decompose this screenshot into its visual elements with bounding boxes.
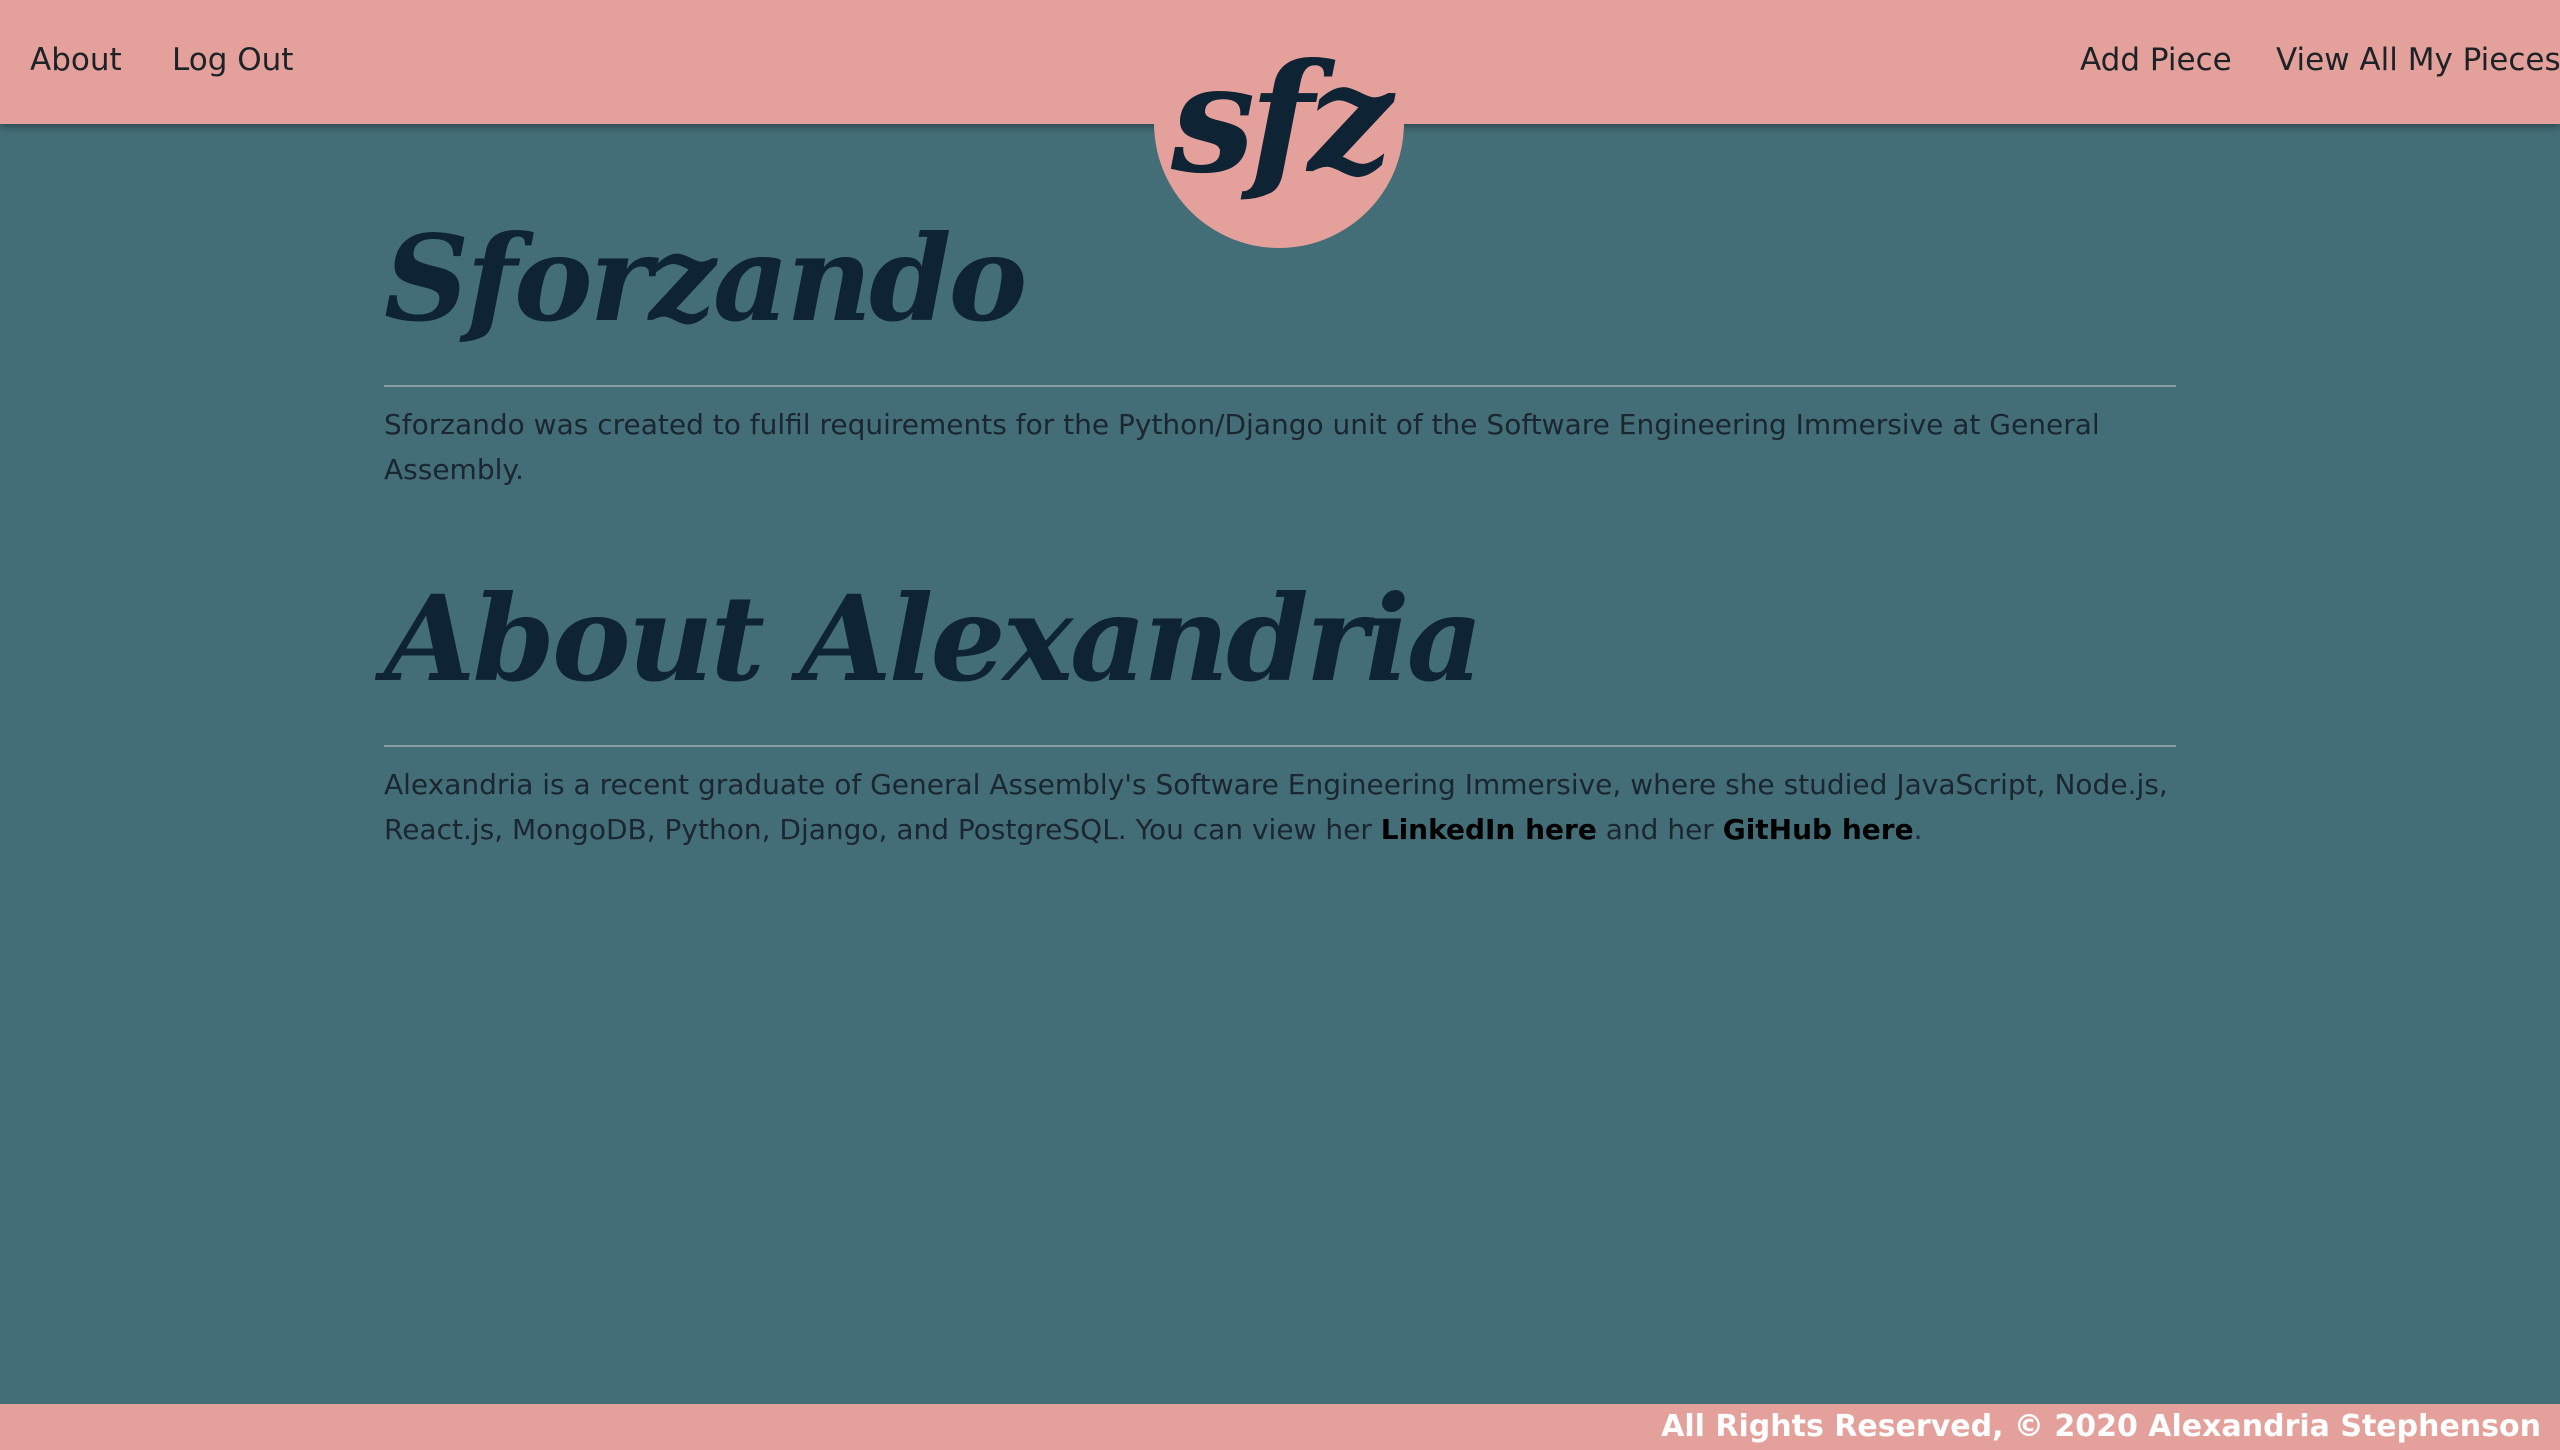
nav-view-all-link[interactable]: View All My Pieces	[2276, 40, 2560, 80]
nav-about-link[interactable]: About	[30, 40, 122, 80]
about-text-end: .	[1913, 813, 1923, 846]
nav-logout-link[interactable]: Log Out	[172, 40, 293, 80]
about-text-middle: and her	[1596, 813, 1723, 846]
sforzando-description: Sforzando was created to fulfil requirem…	[384, 408, 2100, 486]
logo-home-link[interactable]: sfz	[1154, 0, 1404, 248]
github-link[interactable]: GitHub here	[1723, 813, 1914, 846]
divider	[384, 745, 2176, 747]
divider	[384, 385, 2176, 387]
logo-text: sfz	[1170, 31, 1393, 207]
linkedin-link[interactable]: LinkedIn here	[1381, 813, 1597, 846]
main-content: Sforzando Sforzando was created to fulfi…	[384, 200, 2176, 852]
about-alexandria-heading: About Alexandria	[384, 569, 1483, 708]
about-alexandria-description: Alexandria is a recent graduate of Gener…	[384, 762, 2176, 852]
footer: All Rights Reserved, © 2020 Alexandria S…	[0, 1404, 2560, 1450]
footer-copyright: All Rights Reserved, © 2020 Alexandria S…	[1661, 1409, 2541, 1444]
nav-add-piece-link[interactable]: Add Piece	[2080, 40, 2232, 80]
